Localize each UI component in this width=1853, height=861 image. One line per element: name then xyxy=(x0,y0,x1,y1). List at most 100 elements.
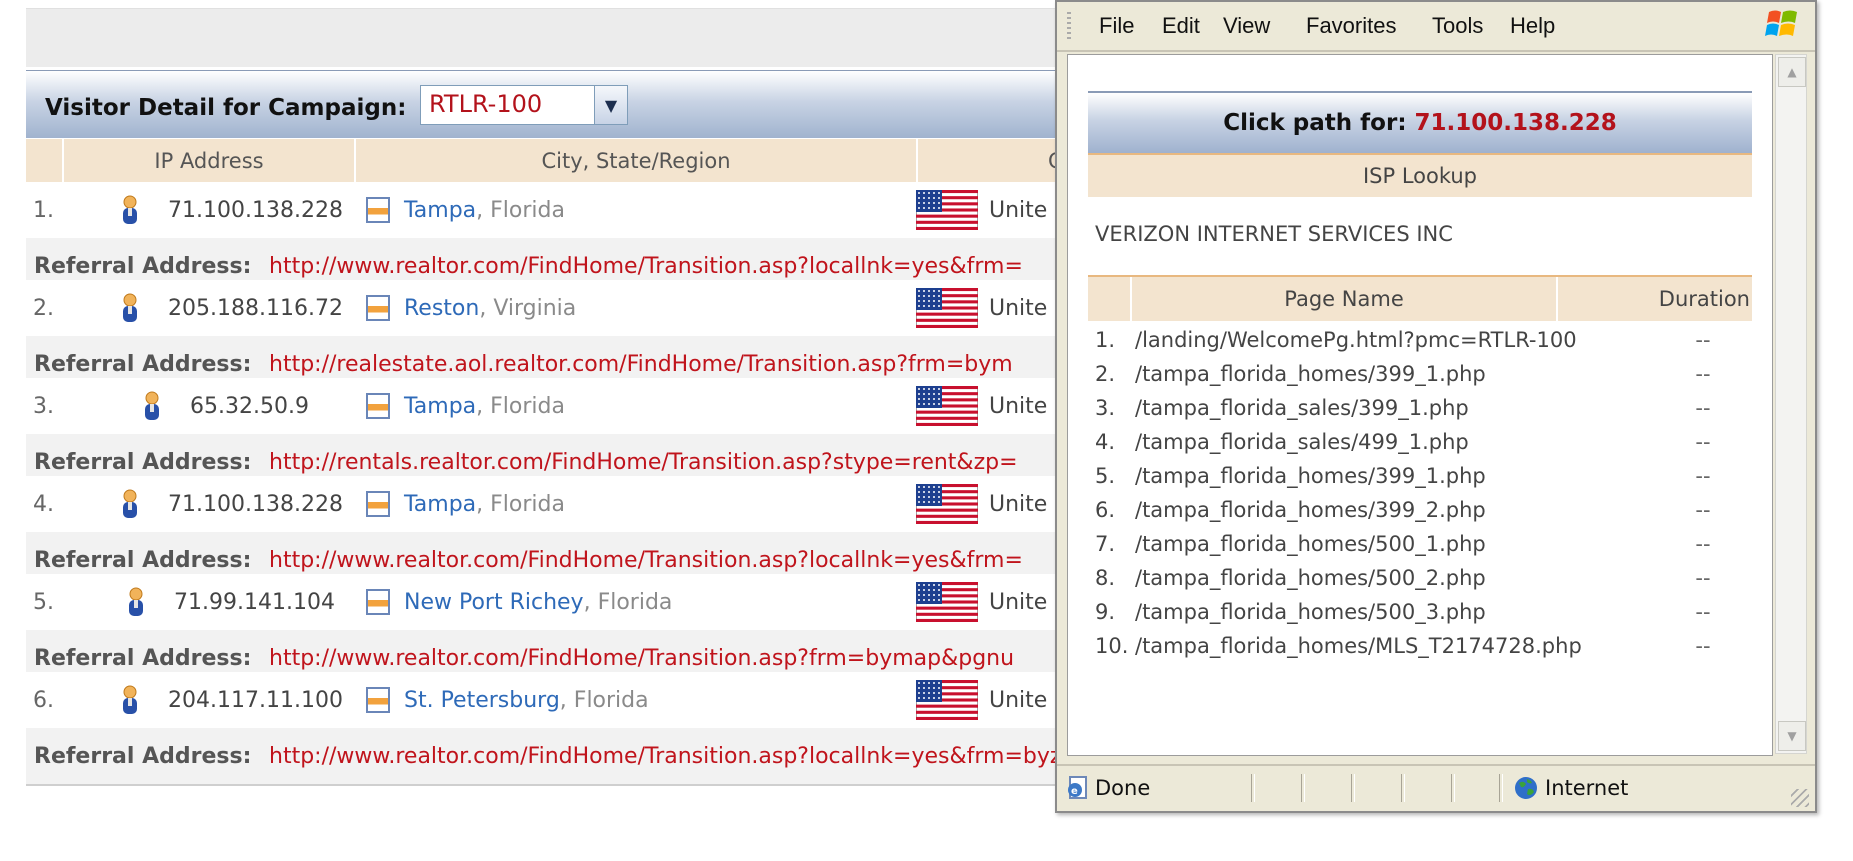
page-duration: -- xyxy=(1695,566,1711,590)
referral-label: Referral Address: xyxy=(34,646,252,671)
page-name: /landing/WelcomePg.html?pmc=RTLR-100 xyxy=(1135,328,1577,352)
page-row: 7. /tampa_florida_homes/500_1.php -- xyxy=(1088,527,1752,561)
column-header-city[interactable]: City, State/Region xyxy=(354,139,916,183)
page-table-header: Page Name Duration xyxy=(1088,275,1752,321)
page-name: /tampa_florida_homes/500_2.php xyxy=(1135,566,1486,590)
page-row: 3. /tampa_florida_sales/399_1.php -- xyxy=(1088,391,1752,425)
row-number: 2. xyxy=(33,296,54,321)
location-icon[interactable] xyxy=(366,491,390,517)
referral-label: Referral Address: xyxy=(34,450,252,475)
page-row-number: 7. xyxy=(1095,532,1116,556)
visitor-ip: 71.100.138.228 xyxy=(168,198,343,223)
vertical-scrollbar[interactable]: ▲ ▼ xyxy=(1775,54,1807,754)
row-number: 3. xyxy=(33,394,54,419)
campaign-select[interactable]: RTLR-100 ▼ xyxy=(420,85,628,125)
location-icon[interactable] xyxy=(366,197,390,223)
visitor-location: New Port Richey, Florida xyxy=(404,590,672,615)
status-bar: e Done Internet xyxy=(1057,764,1815,811)
page-duration: -- xyxy=(1695,532,1711,556)
state-text: , Florida xyxy=(559,688,649,713)
state-text: , Virginia xyxy=(479,296,577,321)
page-row: 10./tampa_florida_homes/MLS_T2174728.php… xyxy=(1088,629,1752,663)
visitor-person-icon[interactable] xyxy=(120,684,140,716)
location-icon[interactable] xyxy=(366,295,390,321)
visitor-location: Tampa, Florida xyxy=(404,198,565,223)
visitor-person-icon[interactable] xyxy=(120,292,140,324)
referral-url[interactable]: http://rentals.realtor.com/FindHome/Tran… xyxy=(269,450,1018,475)
scroll-down-icon[interactable]: ▼ xyxy=(1778,721,1806,751)
page-name: /tampa_florida_homes/399_1.php xyxy=(1135,464,1486,488)
resize-grip[interactable] xyxy=(1791,789,1809,807)
row-number: 1. xyxy=(33,198,54,223)
referral-url[interactable]: http://www.realtor.com/FindHome/Transiti… xyxy=(269,646,1014,671)
page-row-number: 5. xyxy=(1095,464,1116,488)
city-link[interactable]: Tampa xyxy=(404,198,476,223)
campaign-select-value: RTLR-100 xyxy=(429,90,543,118)
visitor-country: Unite xyxy=(989,688,1048,713)
menu-file[interactable]: File xyxy=(1099,13,1134,39)
page-duration: -- xyxy=(1695,498,1711,522)
page-name: /tampa_florida_homes/399_1.php xyxy=(1135,362,1486,386)
visitor-person-icon[interactable] xyxy=(120,194,140,226)
scroll-up-icon[interactable]: ▲ xyxy=(1778,57,1806,87)
chevron-down-icon[interactable]: ▼ xyxy=(594,86,627,124)
menu-edit[interactable]: Edit xyxy=(1162,13,1200,39)
visitor-person-icon[interactable] xyxy=(142,390,162,422)
status-zone: Internet xyxy=(1545,776,1629,800)
visitor-ip: 65.32.50.9 xyxy=(190,394,309,419)
page-duration: -- xyxy=(1695,464,1711,488)
page-name: /tampa_florida_homes/500_1.php xyxy=(1135,532,1486,556)
city-link[interactable]: St. Petersburg xyxy=(404,688,560,713)
page-row-number: 2. xyxy=(1095,362,1116,386)
page-title: Visitor Detail for Campaign: xyxy=(45,95,407,121)
isp-name: VERIZON INTERNET SERVICES INC xyxy=(1095,222,1453,246)
visitor-person-icon[interactable] xyxy=(126,586,146,618)
page-row-number: 6. xyxy=(1095,498,1116,522)
location-icon[interactable] xyxy=(366,589,390,615)
visitor-person-icon[interactable] xyxy=(120,488,140,520)
visitor-location: Tampa, Florida xyxy=(404,394,565,419)
status-separator xyxy=(1401,774,1405,802)
page-duration: -- xyxy=(1695,430,1711,454)
row-number: 4. xyxy=(33,492,54,517)
city-link[interactable]: Tampa xyxy=(404,394,476,419)
page-name: /tampa_florida_homes/399_2.php xyxy=(1135,498,1486,522)
referral-url[interactable]: http://realestate.aol.realtor.com/FindHo… xyxy=(269,352,1013,377)
us-flag-icon xyxy=(915,581,979,623)
location-icon[interactable] xyxy=(366,687,390,713)
page-row: 2. /tampa_florida_homes/399_1.php -- xyxy=(1088,357,1752,391)
windows-logo-icon xyxy=(1765,10,1797,36)
us-flag-icon xyxy=(915,385,979,427)
visitor-ip: 204.117.11.100 xyxy=(168,688,343,713)
referral-url[interactable]: http://www.realtor.com/FindHome/Transiti… xyxy=(269,254,1023,279)
location-icon[interactable] xyxy=(366,393,390,419)
city-link[interactable]: New Port Richey xyxy=(404,590,584,615)
referral-label: Referral Address: xyxy=(34,352,252,377)
referral-label: Referral Address: xyxy=(34,254,252,279)
us-flag-icon xyxy=(915,679,979,721)
menu-tools[interactable]: Tools xyxy=(1432,13,1483,39)
visitor-ip: 205.188.116.72 xyxy=(168,296,343,321)
visitor-location: Reston, Virginia xyxy=(404,296,576,321)
visitor-country: Unite xyxy=(989,296,1048,321)
page-duration: -- xyxy=(1695,362,1711,386)
menu-help[interactable]: Help xyxy=(1510,13,1555,39)
toolbar-grip[interactable] xyxy=(1067,12,1071,40)
menu-favorites[interactable]: Favorites xyxy=(1306,13,1396,39)
column-header-index xyxy=(26,139,60,183)
referral-url[interactable]: http://www.realtor.com/FindHome/Transiti… xyxy=(269,548,1023,573)
menu-bar: File Edit View Favorites Tools Help xyxy=(1057,2,1815,52)
page-row-number: 9. xyxy=(1095,600,1116,624)
state-text: , Florida xyxy=(476,492,565,517)
column-header-ip[interactable]: IP Address xyxy=(62,139,354,183)
column-header-page-name: Page Name xyxy=(1130,277,1556,321)
menu-view[interactable]: View xyxy=(1223,13,1270,39)
page-row: 1. /landing/WelcomePg.html?pmc=RTLR-100 -- xyxy=(1088,323,1752,357)
page-name: /tampa_florida_sales/399_1.php xyxy=(1135,396,1469,420)
click-path-header: Click path for: 71.100.138.228 xyxy=(1088,91,1752,153)
city-link[interactable]: Reston xyxy=(404,296,479,321)
visitor-ip: 71.99.141.104 xyxy=(174,590,335,615)
status-separator xyxy=(1351,774,1355,802)
status-done: Done xyxy=(1095,776,1151,800)
city-link[interactable]: Tampa xyxy=(404,492,476,517)
